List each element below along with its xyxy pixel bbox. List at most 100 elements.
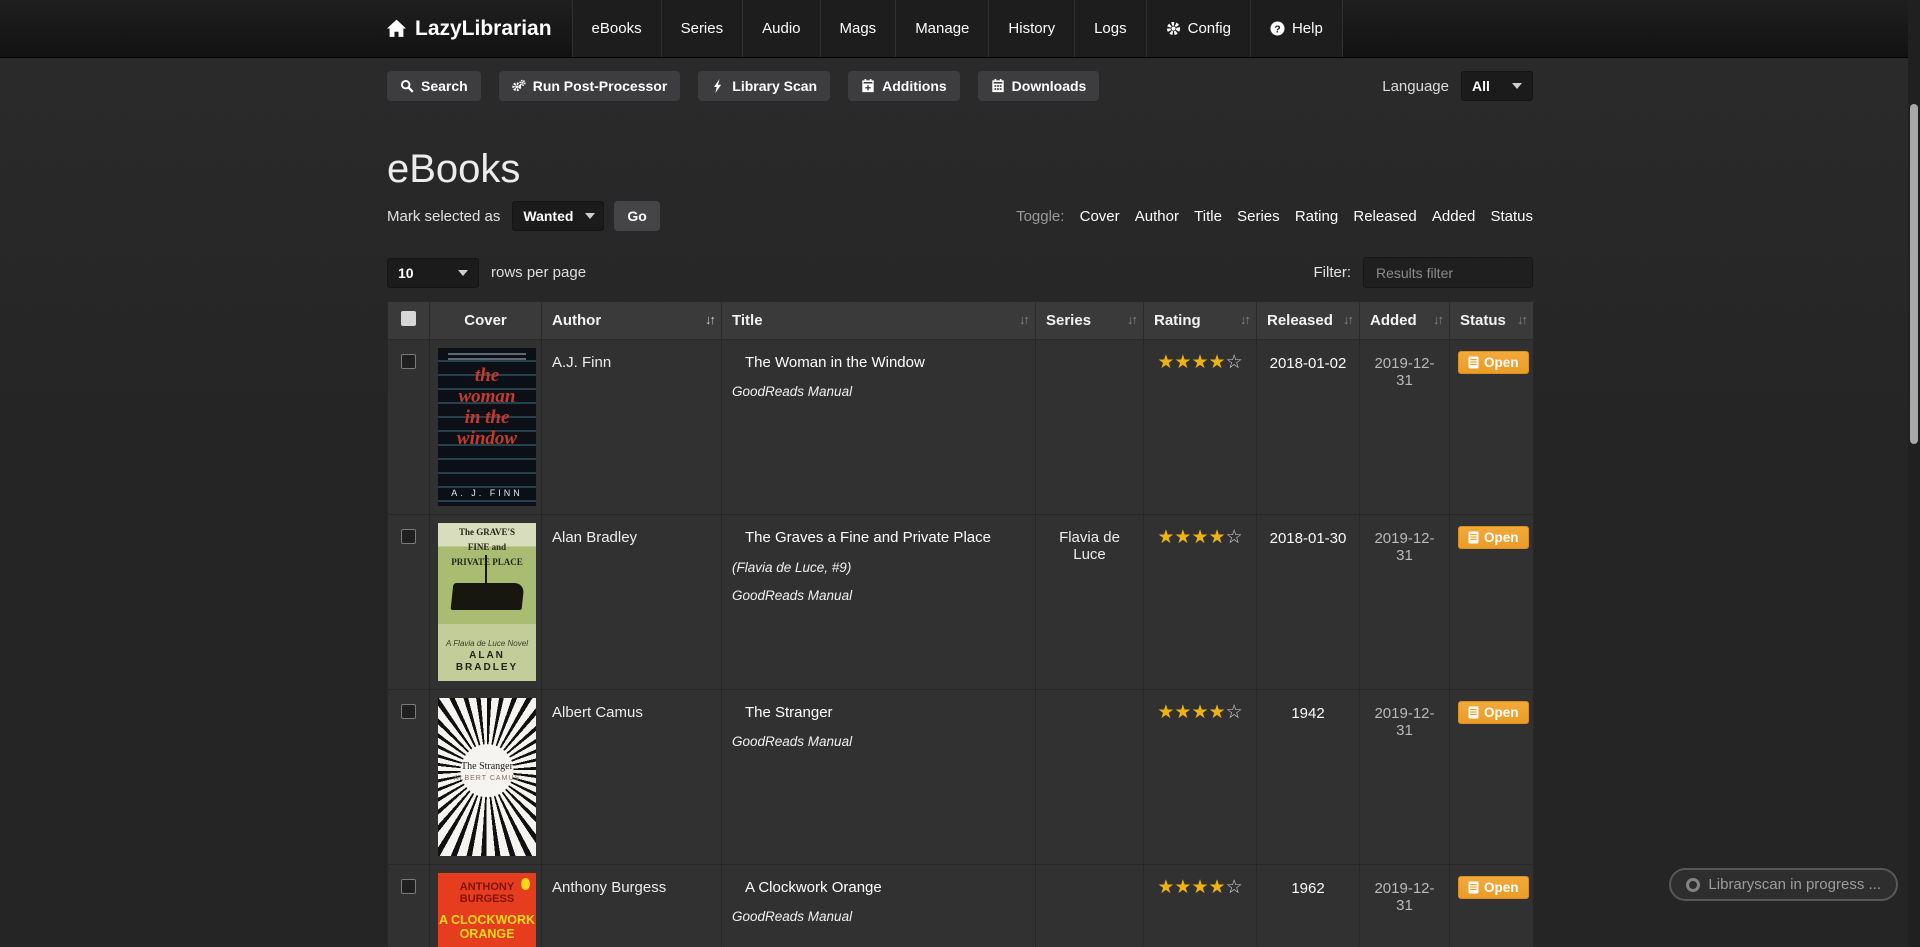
header-cover[interactable]: Cover (430, 302, 542, 340)
libraryscan-toast: Libraryscan in progress ... (1669, 868, 1898, 901)
svg-text:?: ? (1274, 24, 1280, 35)
header-author[interactable]: Author↓↑ (542, 302, 722, 340)
released-date: 2018-01-30 (1257, 515, 1360, 690)
table-row: The Stranger ALBERT CAMUS Albert Camus T… (388, 690, 1534, 865)
caret-down-icon (585, 213, 595, 219)
downloads-button[interactable]: Downloads (978, 71, 1100, 101)
book-title-link[interactable]: The Woman in the Window (745, 354, 1025, 371)
nav-item-config[interactable]: Config (1146, 0, 1250, 57)
scrollbar-thumb[interactable] (1910, 104, 1918, 444)
calendar-icon (991, 79, 1005, 93)
nav-item-history[interactable]: History (988, 0, 1074, 57)
book-cover[interactable]: ANTHONYBURGESS A CLOCKWORKORANGE (438, 873, 536, 947)
author-name: A.J. Finn (542, 340, 722, 515)
rating-stars: ★★★★☆ (1144, 340, 1257, 515)
nav-item-mags[interactable]: Mags (820, 0, 896, 57)
author-name: Albert Camus (542, 690, 722, 865)
book-icon (1468, 356, 1479, 369)
nav-item-series[interactable]: Series (661, 0, 743, 57)
row-checkbox[interactable] (401, 879, 416, 894)
book-title-link[interactable]: A Clockwork Orange (745, 879, 1025, 896)
mark-selected-select[interactable]: Wanted (512, 201, 604, 231)
header-added[interactable]: Added↓↑ (1360, 302, 1450, 340)
row-checkbox[interactable] (401, 529, 416, 544)
header-status[interactable]: Status↓↑ (1450, 302, 1534, 340)
additions-button[interactable]: Additions (848, 71, 960, 101)
book-cover[interactable]: The Stranger ALBERT CAMUS (438, 698, 536, 856)
language-group: Language All (1382, 71, 1533, 101)
book-source: GoodReads Manual (732, 588, 1025, 603)
cogs-icon (512, 79, 526, 93)
book-cover[interactable]: the woman in the window A. J. FINN (438, 348, 536, 506)
sort-icon: ↓↑ (705, 312, 714, 327)
open-button[interactable]: Open (1458, 876, 1529, 899)
language-select[interactable]: All (1461, 71, 1533, 101)
toggle-label: Toggle: (1016, 208, 1064, 225)
toggle-link-added[interactable]: Added (1432, 208, 1475, 225)
ebooks-table: Cover Author↓↑ Title↓↑ Series↓↑ Rating↓↑… (387, 301, 1534, 947)
released-date: 1942 (1257, 690, 1360, 865)
header-released[interactable]: Released↓↑ (1257, 302, 1360, 340)
rows-per-page-label: rows per page (491, 264, 586, 281)
open-button[interactable]: Open (1458, 526, 1529, 549)
book-source: GoodReads Manual (732, 909, 1025, 924)
book-title-link[interactable]: The Stranger (745, 704, 1025, 721)
mark-selected-label: Mark selected as (387, 208, 500, 225)
open-button[interactable]: Open (1458, 701, 1529, 724)
added-date: 2019-12-31 (1360, 340, 1450, 515)
book-icon (1468, 881, 1479, 894)
caret-down-icon (458, 270, 468, 276)
toggle-link-rating[interactable]: Rating (1295, 208, 1338, 225)
book-series-note: (Flavia de Luce, #9) (732, 560, 1025, 575)
header-title[interactable]: Title↓↑ (722, 302, 1036, 340)
toggle-link-series[interactable]: Series (1237, 208, 1280, 225)
calendar-plus-icon (861, 79, 875, 93)
released-date: 1962 (1257, 865, 1360, 947)
header-series[interactable]: Series↓↑ (1036, 302, 1144, 340)
nav-menu: eBooks Series Audio Mags Manage History … (572, 0, 1343, 57)
sort-icon: ↓↑ (1019, 312, 1028, 327)
sort-icon: ↓↑ (1127, 312, 1136, 327)
nav-item-ebooks[interactable]: eBooks (572, 0, 661, 57)
sort-icon: ↓↑ (1240, 312, 1249, 327)
table-row: The GRAVE'S FINE and PRIVATE PLACE A Fla… (388, 515, 1534, 690)
series-name (1036, 690, 1144, 865)
search-button[interactable]: Search (387, 71, 481, 101)
nav-item-manage[interactable]: Manage (895, 0, 988, 57)
home-icon (387, 19, 406, 38)
select-all-checkbox[interactable] (401, 311, 416, 326)
book-source: GoodReads Manual (732, 734, 1025, 749)
book-title-link[interactable]: The Graves a Fine and Private Place (745, 529, 1025, 546)
nav-item-logs[interactable]: Logs (1074, 0, 1146, 57)
sort-icon: ↓↑ (1517, 312, 1526, 327)
toggle-link-author[interactable]: Author (1135, 208, 1179, 225)
rows-per-page-select[interactable]: 10 (387, 258, 479, 288)
select-all-header (388, 302, 430, 340)
toggle-link-status[interactable]: Status (1490, 208, 1533, 225)
book-cover[interactable]: The GRAVE'S FINE and PRIVATE PLACE A Fla… (438, 523, 536, 681)
question-icon: ? (1270, 21, 1285, 36)
toggle-link-released[interactable]: Released (1353, 208, 1416, 225)
nav-item-help[interactable]: ? Help (1250, 0, 1343, 57)
row-checkbox[interactable] (401, 354, 416, 369)
rating-stars: ★★★★☆ (1144, 865, 1257, 947)
app-brand[interactable]: LazyLibrarian (387, 0, 572, 57)
header-rating[interactable]: Rating↓↑ (1144, 302, 1257, 340)
filter-input[interactable] (1363, 257, 1533, 288)
rating-stars: ★★★★☆ (1144, 515, 1257, 690)
library-scan-button[interactable]: Library Scan (698, 71, 830, 101)
added-date: 2019-12-31 (1360, 515, 1450, 690)
go-button[interactable]: Go (614, 201, 659, 231)
sort-icon: ↓↑ (1343, 312, 1352, 327)
toggle-link-cover[interactable]: Cover (1080, 208, 1120, 225)
book-source: GoodReads Manual (732, 384, 1025, 399)
caret-down-icon (1512, 83, 1522, 89)
bolt-icon (711, 79, 725, 93)
nav-item-audio[interactable]: Audio (742, 0, 819, 57)
series-name (1036, 340, 1144, 515)
run-post-processor-button[interactable]: Run Post-Processor (499, 71, 681, 101)
toggle-link-title[interactable]: Title (1194, 208, 1222, 225)
scrollbar-track[interactable] (1908, 0, 1920, 947)
open-button[interactable]: Open (1458, 351, 1529, 374)
row-checkbox[interactable] (401, 704, 416, 719)
